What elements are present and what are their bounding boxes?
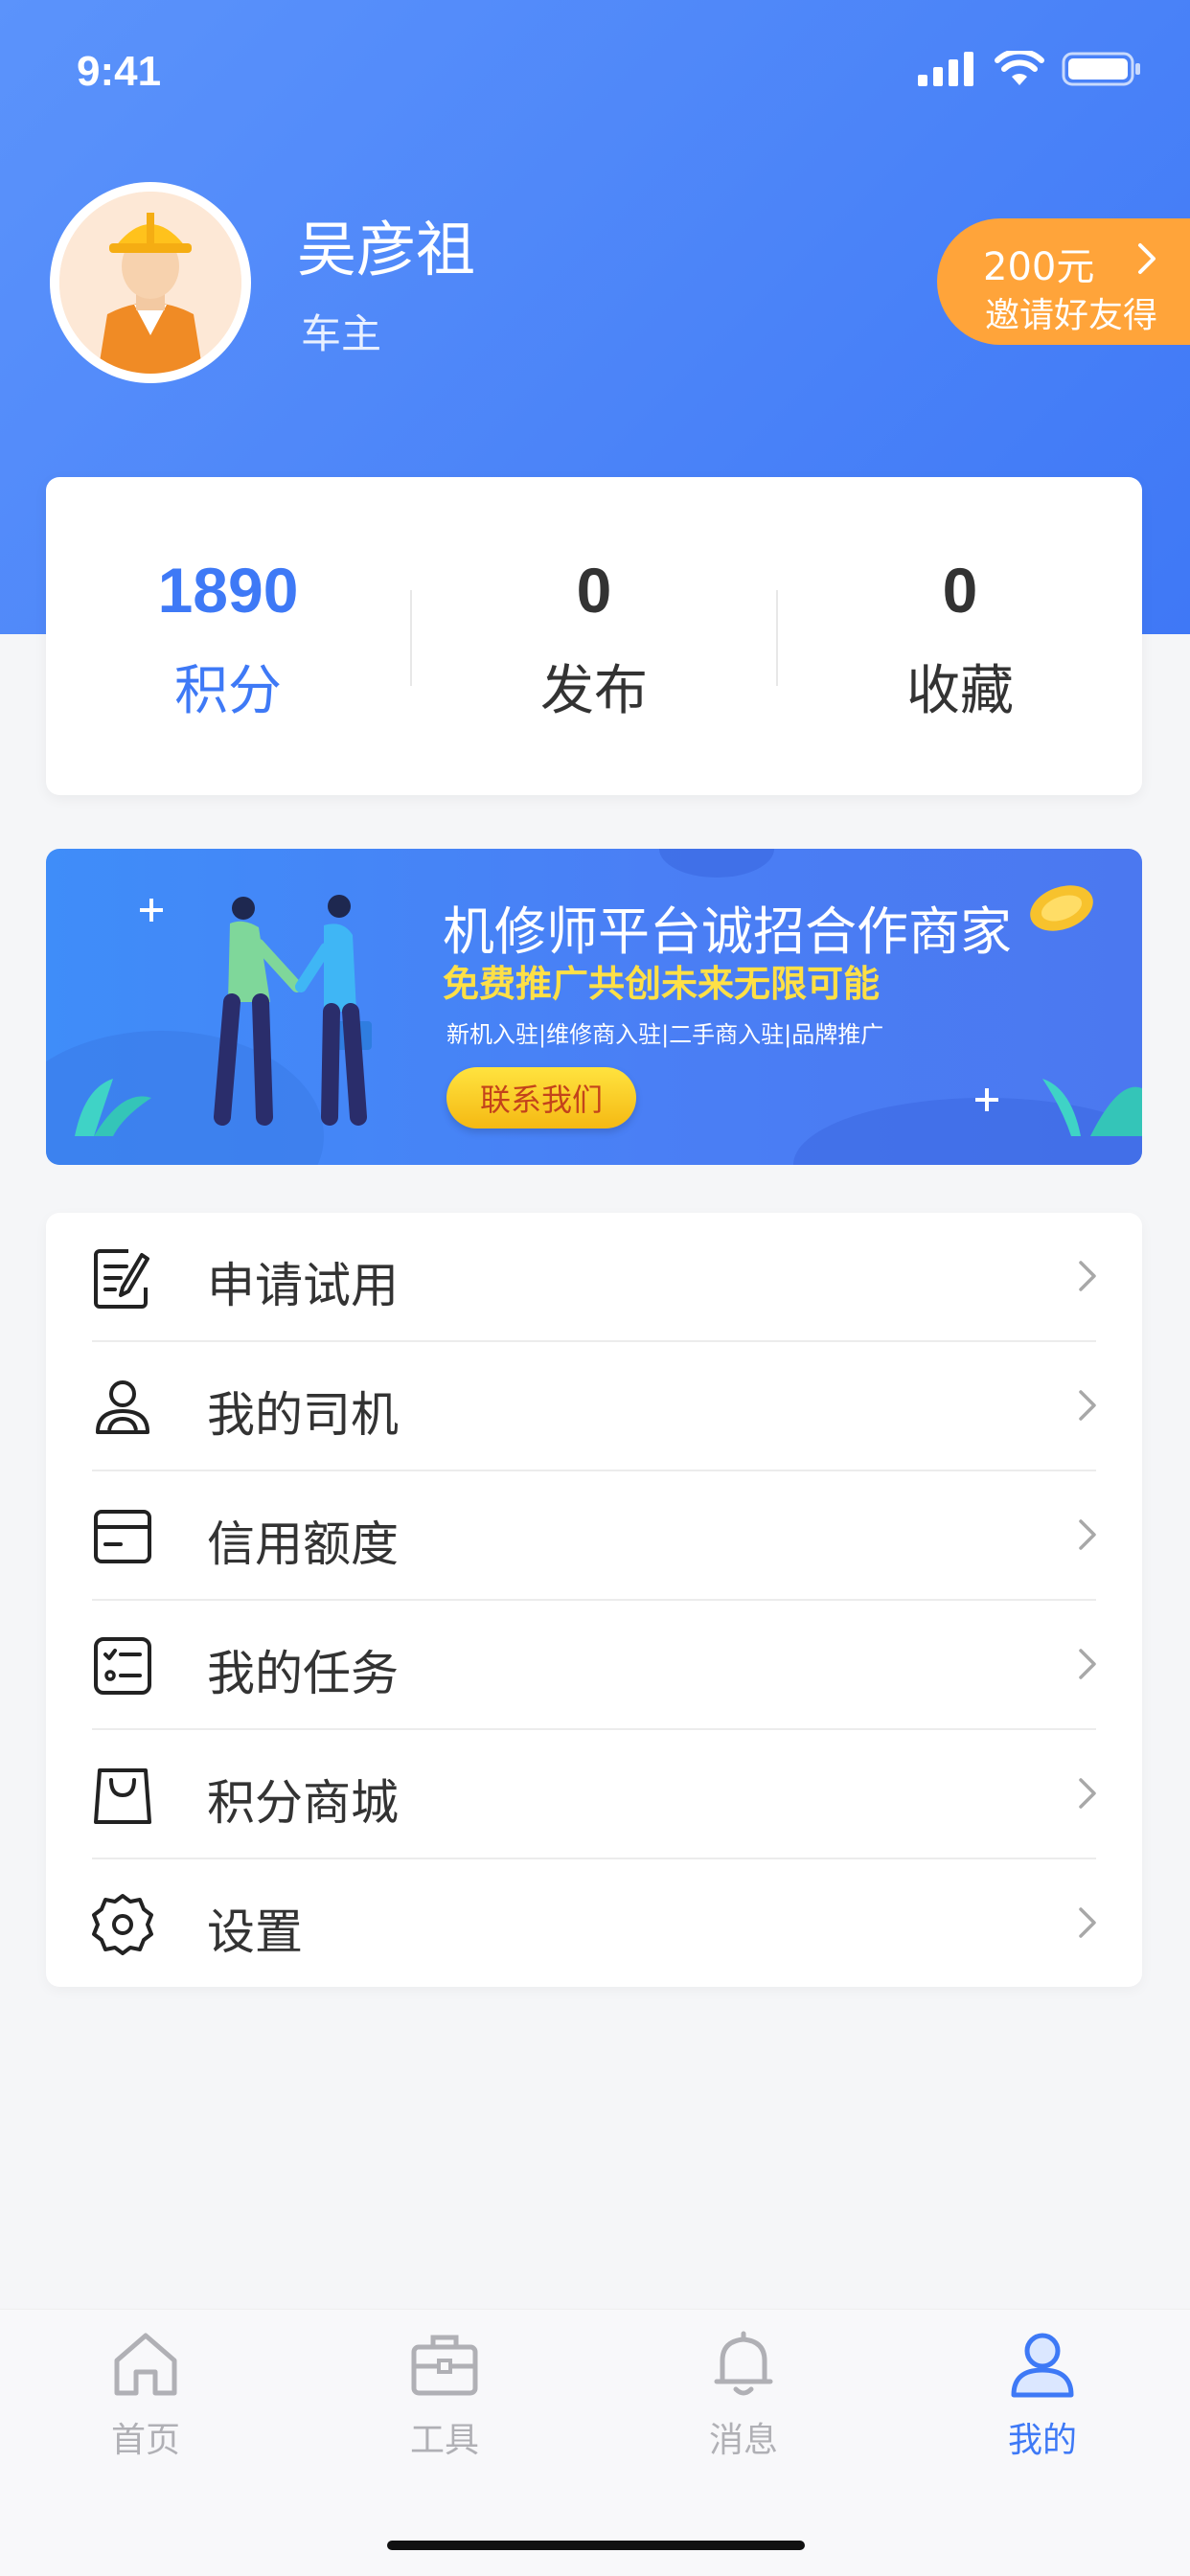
tab-messages[interactable]: 消息 (648, 2328, 839, 2491)
apply-edit-icon (94, 1249, 149, 1309)
menu-label: 信用额度 (207, 1516, 399, 1572)
promo-banner[interactable]: 机修师平台诚招合作商家 免费推广共创未来无限可能 新机入驻|维修商入驻|二手商入… (46, 849, 1142, 1165)
chevron-right-icon (1079, 1261, 1096, 1291)
home-indicator (387, 2541, 805, 2550)
user-icon (1011, 2333, 1074, 2398)
user-name: 吴彦祖 (297, 215, 476, 285)
tab-label: 我的 (1007, 2421, 1077, 2460)
invite-friends-button[interactable]: 200元 邀请好友得 (937, 218, 1190, 345)
chevron-right-icon (1079, 1649, 1096, 1679)
avatar-illustration (59, 192, 241, 374)
tab-label: 消息 (708, 2421, 778, 2460)
tab-label: 首页 (110, 2421, 180, 2460)
stats-card: 1890 积分 0 发布 0 收藏 (46, 477, 1142, 795)
menu-item-credit-limit[interactable]: 信用额度 (46, 1471, 1142, 1601)
menu-item-settings[interactable]: 设置 (46, 1859, 1142, 1989)
contact-us-button[interactable]: 联系我们 (446, 1067, 636, 1128)
stat-published-label: 发布 (540, 660, 648, 722)
menu-label: 我的司机 (207, 1387, 399, 1443)
signal-icon (918, 52, 973, 86)
menu-item-apply-trial[interactable]: 申请试用 (46, 1213, 1142, 1342)
stat-points-label: 积分 (174, 660, 282, 722)
status-icons (918, 50, 1142, 88)
menu-item-my-drivers[interactable]: 我的司机 (46, 1342, 1142, 1471)
chevron-right-icon (1079, 1390, 1096, 1421)
task-checklist-icon (94, 1637, 151, 1695)
menu-label: 设置 (207, 1904, 303, 1960)
chevron-right-icon (1138, 243, 1156, 274)
tab-home[interactable]: 首页 (50, 2328, 241, 2491)
menu-label: 我的任务 (207, 1646, 399, 1701)
user-role: 车主 (301, 310, 382, 357)
chevron-right-icon (1079, 1778, 1096, 1809)
tab-me[interactable]: 我的 (947, 2328, 1138, 2491)
stat-favorites-label: 收藏 (906, 660, 1014, 722)
menu-item-my-tasks[interactable]: 我的任务 (46, 1601, 1142, 1730)
invite-text: 邀请好友得 (985, 296, 1158, 335)
banner-subtitle: 免费推广共创未来无限可能 (443, 963, 881, 1005)
chevron-right-icon (1079, 1907, 1096, 1938)
tab-tools[interactable]: 工具 (349, 2328, 540, 2491)
status-time: 9:41 (77, 48, 162, 95)
chevron-right-icon (1079, 1519, 1096, 1550)
menu-list: 申请试用 我的司机 信用额度 我的任务 积分商城 设置 (46, 1213, 1142, 1987)
stat-favorites[interactable]: 0 收藏 (778, 477, 1142, 795)
invite-amount: 200元 (983, 245, 1095, 289)
credit-card-icon (94, 1510, 151, 1563)
stat-favorites-value: 0 (942, 555, 978, 626)
banner-tags: 新机入驻|维修商入驻|二手商入驻|品牌推广 (446, 1021, 884, 1048)
stat-published-value: 0 (576, 555, 612, 626)
avatar[interactable] (50, 182, 251, 383)
gear-icon (92, 1894, 153, 1955)
wifi-icon (995, 51, 1044, 85)
toolbox-icon (411, 2335, 478, 2396)
menu-label: 申请试用 (207, 1258, 399, 1313)
stat-points-value: 1890 (157, 555, 299, 626)
shopping-bag-icon (94, 1768, 151, 1824)
driver-person-icon (96, 1380, 149, 1434)
tab-label: 工具 (409, 2421, 479, 2460)
home-icon (114, 2333, 177, 2396)
bell-icon (714, 2331, 773, 2396)
stat-points[interactable]: 1890 积分 (46, 477, 410, 795)
stat-published[interactable]: 0 发布 (412, 477, 776, 795)
menu-item-points-mall[interactable]: 积分商城 (46, 1730, 1142, 1859)
menu-label: 积分商城 (207, 1775, 399, 1831)
battery-icon (1062, 52, 1140, 86)
